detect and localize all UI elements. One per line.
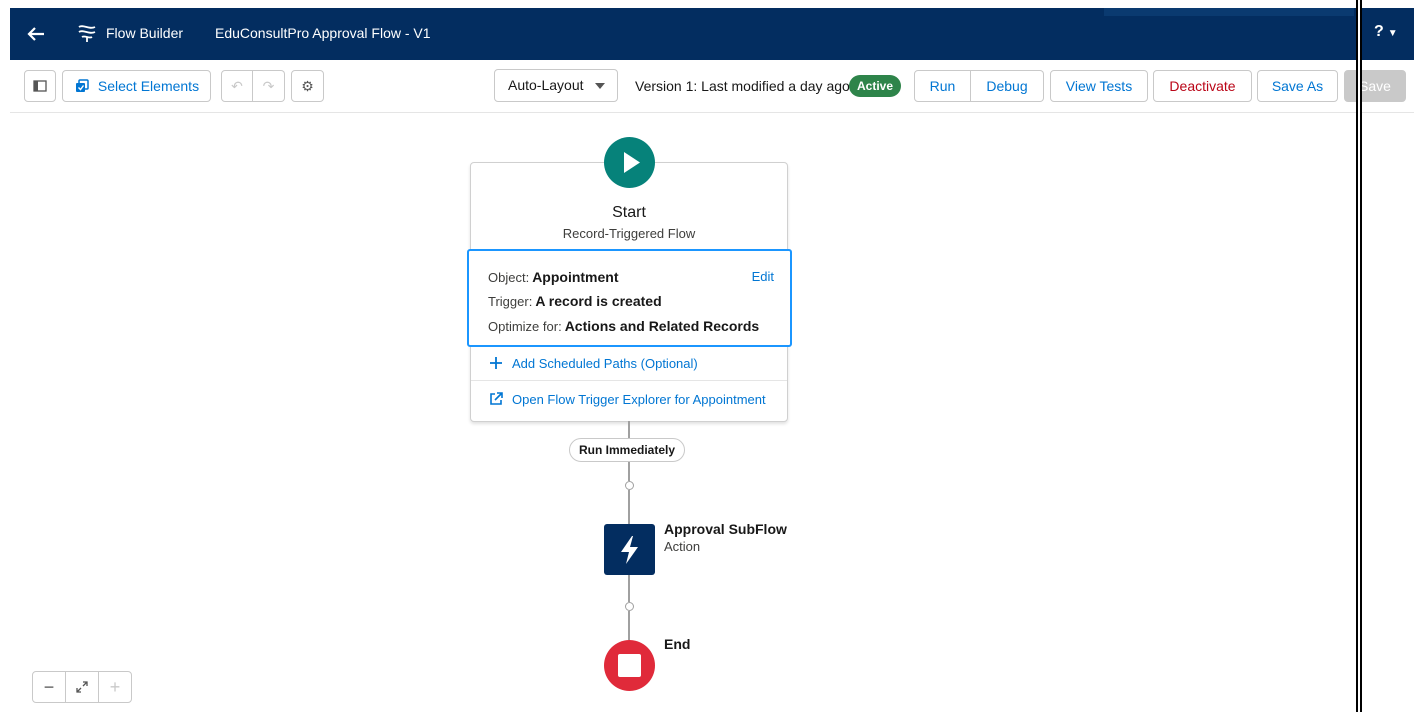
deactivate-label: Deactivate: [1169, 78, 1236, 94]
external-link-icon: [490, 392, 503, 405]
end-node-icon[interactable]: [604, 640, 655, 691]
optimize-label: Optimize for:: [488, 319, 562, 334]
start-node-details[interactable]: Object: Appointment Edit Trigger: A record…: [467, 249, 792, 347]
debug-button[interactable]: Debug: [971, 70, 1044, 102]
back-arrow-icon[interactable]: [24, 22, 48, 46]
plus-icon: +: [109, 676, 121, 697]
connector-line: [628, 611, 630, 640]
view-tests-label: View Tests: [1065, 78, 1133, 94]
redo-button[interactable]: ↷: [253, 70, 285, 102]
object-row: Object: Appointment: [488, 269, 619, 285]
zoom-controls: − +: [32, 671, 132, 703]
action-node-title: Approval SubFlow: [664, 521, 787, 537]
action-node-type: Action: [664, 539, 701, 554]
frame-top: [0, 0, 1414, 8]
status-badge: Active: [849, 75, 902, 97]
open-trigger-explorer-link[interactable]: Open Flow Trigger Explorer for Appointme…: [488, 391, 766, 407]
minus-icon: −: [43, 676, 55, 697]
version-info: Version 1: Last modified a day ago: [635, 78, 850, 94]
gear-icon: ⚙: [301, 77, 314, 94]
select-elements-icon: [75, 79, 89, 92]
help-icon: ?: [1374, 23, 1384, 40]
card-divider: [471, 380, 787, 381]
lightning-bolt-icon: [621, 536, 638, 564]
settings-button[interactable]: ⚙: [291, 70, 324, 102]
save-button[interactable]: Save: [1344, 70, 1406, 102]
undo-button[interactable]: ↶: [221, 70, 253, 102]
fit-view-button[interactable]: [65, 672, 98, 702]
redo-icon: ↷: [262, 77, 275, 94]
select-elements-label: Select Elements: [97, 78, 200, 94]
save-label: Save: [1359, 78, 1391, 94]
run-label: Run: [929, 78, 956, 94]
add-element-node[interactable]: [625, 602, 634, 611]
save-as-label: Save As: [1271, 78, 1324, 94]
optimize-row: Optimize for: Actions and Related Records: [488, 318, 759, 334]
zoom-out-button[interactable]: −: [33, 672, 65, 702]
select-elements-button[interactable]: Select Elements: [62, 70, 211, 102]
action-node-icon[interactable]: [604, 524, 655, 575]
view-tests-button[interactable]: View Tests: [1050, 70, 1148, 102]
toggle-panel-button[interactable]: [24, 70, 56, 102]
app-header: Flow Builder EduConsultPro Approval Flow…: [10, 8, 1414, 60]
debug-label: Debug: [986, 78, 1028, 94]
add-icon: [490, 357, 502, 369]
start-node-icon[interactable]: [604, 137, 655, 188]
zoom-in-button[interactable]: +: [98, 672, 131, 702]
layout-mode-select[interactable]: Auto-Layout: [494, 69, 618, 102]
edit-link[interactable]: Edit: [752, 269, 774, 284]
object-label: Object:: [488, 270, 530, 285]
open-trigger-explorer-label: Open Flow Trigger Explorer for Appointme…: [512, 391, 766, 407]
panel-icon: [33, 80, 47, 92]
play-icon: [624, 152, 640, 173]
add-scheduled-paths-link[interactable]: Add Scheduled Paths (Optional): [488, 355, 698, 371]
layout-mode-value: Auto-Layout: [508, 77, 584, 93]
connector-line: [628, 421, 630, 439]
help-menu-button[interactable]: ? ▼: [1374, 23, 1398, 41]
deactivate-button[interactable]: Deactivate: [1153, 70, 1252, 102]
optimize-value: Actions and Related Records: [564, 318, 760, 334]
header-edge: [1104, 8, 1354, 16]
run-button[interactable]: Run: [914, 70, 971, 102]
connector-line: [628, 462, 630, 481]
toolbar: Select Elements ↶ ↷ ⚙ Auto-Layout Versio…: [10, 60, 1414, 113]
frame-border: [1356, 0, 1362, 712]
flow-title: EduConsultPro Approval Flow - V1: [215, 25, 431, 41]
object-value: Appointment: [532, 269, 619, 285]
run-immediately-path-label[interactable]: Run Immediately: [569, 438, 686, 462]
save-as-button[interactable]: Save As: [1257, 70, 1338, 102]
add-element-node[interactable]: [625, 481, 634, 490]
trigger-label: Trigger:: [488, 294, 533, 309]
start-node-title: Start: [612, 204, 646, 221]
flow-builder-icon: [78, 25, 96, 42]
connector-line: [628, 575, 630, 602]
add-scheduled-paths-label: Add Scheduled Paths (Optional): [512, 355, 698, 371]
chevron-down-icon: ▼: [1387, 28, 1398, 39]
stop-icon: [618, 654, 641, 677]
end-node-title: End: [664, 636, 691, 652]
fit-to-screen-icon: [76, 681, 88, 693]
start-node-subtitle: Record-Triggered Flow: [562, 226, 696, 241]
trigger-value: A record is created: [535, 293, 662, 309]
trigger-row: Trigger: A record is created: [488, 293, 662, 309]
chevron-down-icon: [595, 83, 605, 89]
connector-line: [628, 490, 630, 524]
undo-icon: ↶: [231, 77, 243, 94]
app-name: Flow Builder: [106, 25, 184, 41]
